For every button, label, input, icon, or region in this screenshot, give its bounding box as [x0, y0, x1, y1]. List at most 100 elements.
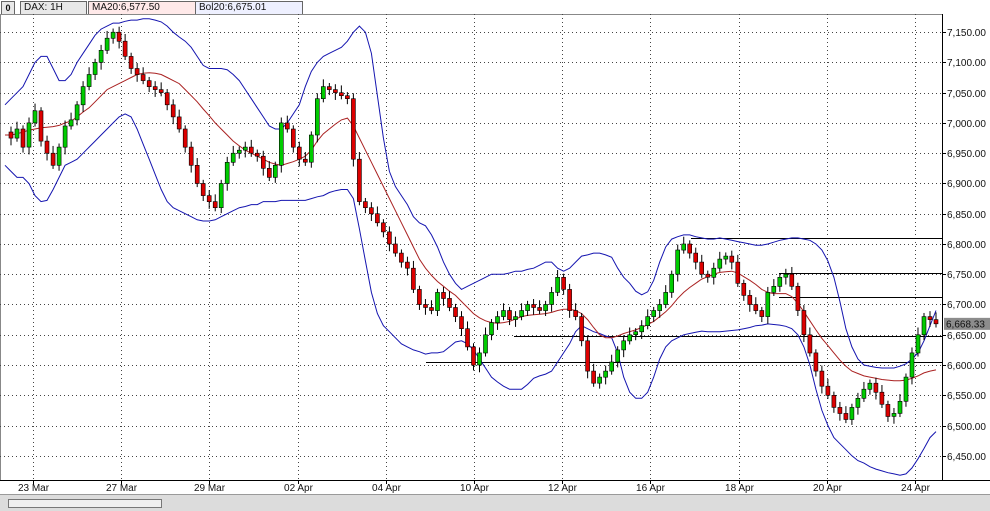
candle-up: [243, 146, 248, 151]
price-tick-label: 6,550.00: [947, 391, 986, 402]
candle-up: [477, 352, 482, 366]
candle-down: [44, 140, 50, 154]
candle-up: [891, 413, 897, 417]
candle-down: [441, 292, 446, 299]
candle-up: [314, 98, 320, 136]
candle-up: [56, 146, 62, 166]
candle-up: [32, 110, 38, 124]
date-tick-label: 23 Mar: [18, 483, 50, 494]
candle-down: [399, 252, 404, 263]
date-tick-label: 20 Apr: [813, 483, 843, 494]
candle-down: [699, 261, 705, 275]
candle-down: [807, 334, 813, 354]
candle-down: [260, 155, 266, 169]
candle-down: [122, 40, 128, 57]
candle-up: [80, 86, 86, 106]
candle-down: [579, 316, 584, 342]
candle-down: [339, 92, 344, 96]
candle-down: [507, 310, 512, 320]
candle-down: [735, 261, 741, 284]
candle-down: [759, 310, 765, 317]
candle-down: [411, 267, 416, 290]
candle-down: [459, 316, 464, 330]
candle-down: [116, 31, 122, 42]
price-tick-label: 6,800.00: [947, 240, 986, 251]
candle-down: [212, 201, 218, 209]
candle-up: [669, 273, 675, 293]
candle-down: [206, 195, 212, 203]
candle-down: [843, 413, 849, 420]
candle-up: [435, 292, 440, 311]
candle-up: [543, 304, 548, 311]
candle-down: [933, 319, 939, 325]
date-tick-label: 10 Apr: [460, 483, 490, 494]
candle-down: [837, 407, 843, 414]
candle-up: [495, 316, 500, 324]
candle-up: [903, 376, 909, 402]
candle-down: [249, 146, 254, 154]
scrollbar-thumb[interactable]: [8, 499, 162, 508]
candle-up: [909, 352, 915, 378]
candle-up: [278, 122, 284, 166]
candle-up: [855, 397, 861, 408]
candle-down: [453, 307, 458, 317]
candle-up: [98, 49, 104, 63]
candle-up: [320, 86, 326, 99]
candle-down: [747, 295, 753, 305]
price-tick-label: 7,100.00: [947, 58, 986, 69]
date-tick-label: 29 Mar: [194, 483, 226, 494]
candle-up: [104, 37, 110, 51]
candle-up: [915, 334, 921, 354]
candle-down: [789, 273, 795, 287]
candle-down: [255, 152, 260, 157]
candle-down: [693, 252, 699, 263]
candle-down: [687, 243, 693, 254]
candle-up: [14, 128, 20, 139]
candle-down: [831, 394, 837, 408]
candle-up: [224, 162, 230, 184]
candle-up: [519, 310, 524, 317]
candle-down: [188, 146, 194, 166]
candle-up: [675, 249, 681, 275]
candle-down: [429, 307, 434, 311]
candle-down: [302, 158, 308, 163]
candle-down: [741, 282, 747, 296]
candle-down: [537, 307, 542, 311]
bollinger-upper-band: [4, 18, 937, 369]
candle-down: [20, 128, 26, 148]
date-tick-label: 27 Mar: [106, 483, 138, 494]
candle-down: [801, 310, 807, 336]
candle-down: [795, 285, 801, 311]
candle-down: [296, 146, 302, 160]
candle-up: [603, 370, 608, 378]
price-chart[interactable]: 7,150.00 7,100.00 7,050.00 7,000.00 6,950.00…: [0, 0, 990, 494]
candle-down: [393, 243, 398, 254]
candle-up: [501, 310, 506, 317]
price-tick-label: 6,850.00: [947, 210, 986, 221]
candle-down: [753, 304, 759, 311]
price-tick-label: 6,650.00: [947, 331, 986, 342]
candle-down: [266, 168, 272, 178]
candle-up: [74, 104, 80, 121]
candle-down: [363, 201, 368, 209]
candle-up: [555, 276, 560, 293]
candle-down: [423, 304, 428, 308]
candle-up: [62, 125, 68, 148]
candle-up: [230, 152, 236, 163]
plot-frame: [0, 14, 943, 481]
candle-up: [525, 304, 530, 311]
candle-down: [387, 231, 392, 245]
date-tick-label: 02 Apr: [284, 483, 314, 494]
price-tick-label: 7,050.00: [947, 89, 986, 100]
horizontal-scrollbar[interactable]: [0, 494, 990, 511]
candle-up: [681, 243, 687, 251]
candle-down: [729, 255, 735, 263]
candle-down: [879, 391, 885, 405]
candle-up: [218, 183, 224, 209]
candle-down: [8, 131, 14, 139]
candle-down: [182, 128, 188, 148]
price-tick-label: 6,500.00: [947, 422, 986, 433]
candle-down: [158, 89, 164, 93]
candle-down: [561, 276, 566, 290]
candle-down: [585, 340, 590, 372]
